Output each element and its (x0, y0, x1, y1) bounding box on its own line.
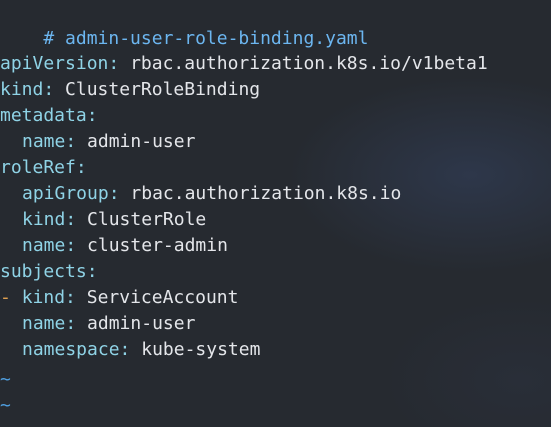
yaml-value: ServiceAccount (86, 287, 239, 308)
yaml-key: namespace (22, 339, 120, 360)
yaml-line-roleref-name: name: cluster-admin (0, 233, 228, 259)
colon: : (65, 131, 77, 152)
yaml-value: admin-user (87, 313, 196, 334)
yaml-key: name (22, 235, 66, 256)
yaml-value: kube-system (141, 339, 261, 360)
yaml-line-subjects: subjects: (0, 259, 98, 285)
yaml-value: cluster-admin (87, 235, 228, 256)
yaml-key: kind (0, 79, 44, 100)
colon: : (75, 157, 87, 178)
list-dash: - (0, 287, 11, 308)
yaml-line-roleref: roleRef: (0, 155, 87, 181)
yaml-line-metadata: metadata: (0, 103, 98, 129)
colon: : (65, 313, 77, 334)
colon: : (86, 261, 98, 282)
colon: : (108, 53, 120, 74)
colon: : (65, 235, 77, 256)
yaml-value: ClusterRole (87, 209, 207, 230)
empty-line-marker: ~ (0, 367, 11, 393)
yaml-key: apiGroup (22, 183, 109, 204)
yaml-key: roleRef (0, 157, 76, 178)
yaml-line-subject-namespace: namespace: kube-system (0, 337, 260, 363)
colon: : (119, 339, 131, 360)
yaml-value: admin-user (87, 131, 196, 152)
yaml-key: subjects (0, 261, 87, 282)
yaml-value: rbac.authorization.k8s.io (130, 183, 402, 204)
empty-line-marker: ~ (0, 393, 11, 419)
yaml-value: ClusterRoleBinding (65, 79, 261, 100)
file-comment: # admin-user-role-binding.yaml (43, 28, 369, 49)
colon: : (65, 209, 77, 230)
tilde-marker: ~ (0, 395, 11, 416)
yaml-line-subject-kind: - kind: ServiceAccount (0, 285, 238, 311)
yaml-key: kind (22, 209, 66, 230)
yaml-key: name (22, 131, 66, 152)
colon: : (43, 79, 55, 100)
yaml-line-apigroup: apiGroup: rbac.authorization.k8s.io (0, 181, 401, 207)
yaml-key: kind (21, 287, 66, 308)
yaml-line-kind: kind: ClusterRoleBinding (0, 77, 260, 103)
yaml-line-metadata-name: name: admin-user (0, 129, 195, 155)
colon: : (108, 183, 120, 204)
colon: : (86, 105, 98, 126)
yaml-key: name (22, 313, 66, 334)
yaml-line-roleref-kind: kind: ClusterRole (0, 207, 206, 233)
file-comment-line: # admin-user-role-binding.yaml (0, 0, 368, 49)
yaml-value: rbac.authorization.k8s.io/v1beta1 (130, 53, 488, 74)
tilde-marker: ~ (0, 369, 11, 390)
yaml-line-subject-name: name: admin-user (0, 311, 195, 337)
yaml-editor[interactable]: # admin-user-role-binding.yaml apiVersio… (0, 0, 551, 427)
yaml-key: metadata (0, 105, 87, 126)
yaml-key: apiVersion (0, 53, 109, 74)
yaml-line-apiversion: apiVersion: rbac.authorization.k8s.io/v1… (0, 51, 488, 77)
colon: : (65, 287, 76, 308)
